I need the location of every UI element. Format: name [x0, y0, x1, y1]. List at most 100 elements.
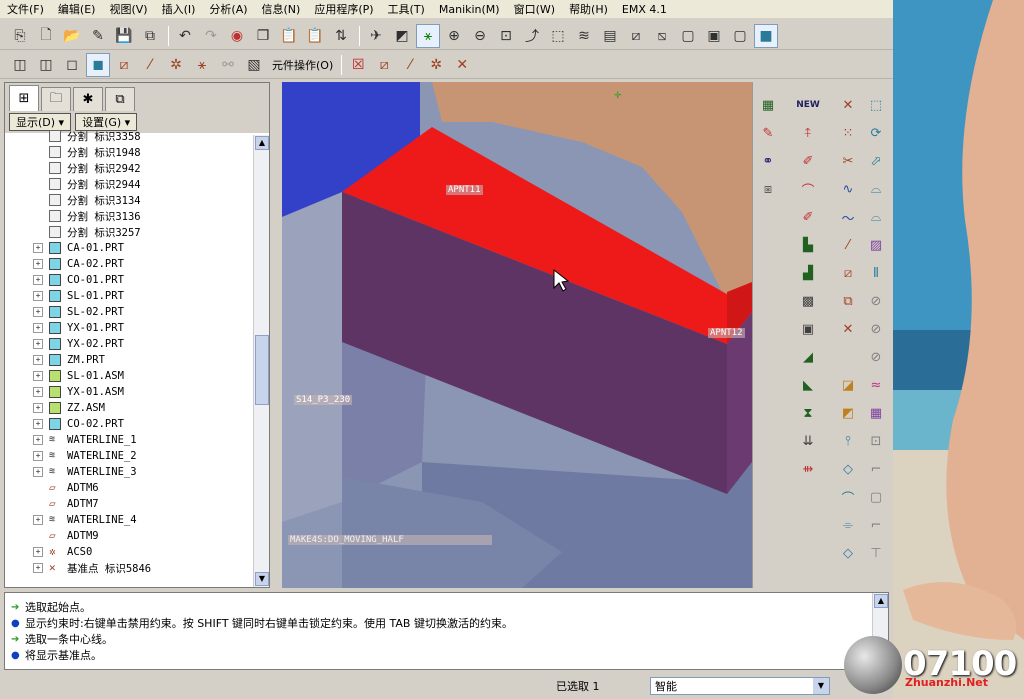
expand-toggle-icon[interactable]: +: [33, 563, 43, 573]
menu-info[interactable]: 信息(N): [255, 1, 308, 17]
expand-toggle-icon[interactable]: +: [33, 387, 43, 397]
tab-favorites[interactable]: ✱: [73, 87, 103, 111]
repaint-icon[interactable]: ◩: [390, 24, 414, 48]
round-tool-icon[interactable]: ⌒: [797, 178, 819, 200]
menu-help[interactable]: 帮助(H): [562, 1, 615, 17]
menu-insert[interactable]: 插入(I): [155, 1, 203, 17]
expand-toggle-icon[interactable]: +: [33, 451, 43, 461]
box-nohidden-icon[interactable]: ◻: [60, 53, 84, 77]
spline-tool-icon[interactable]: 〜: [837, 206, 859, 228]
projection-tool-icon[interactable]: ⊡: [865, 430, 887, 452]
datum-label-moving-half[interactable]: MAKE4S:DO_MOVING_HALF: [288, 535, 492, 545]
chevron-down-icon[interactable]: ▼: [813, 678, 829, 694]
open-folder-icon[interactable]: 📂: [60, 24, 84, 48]
csys-create-icon[interactable]: ✕: [837, 318, 859, 340]
select-working-dir-icon[interactable]: ⎘: [8, 24, 32, 48]
tree-item[interactable]: 分割 标识1948: [5, 144, 253, 160]
form-tool-icon[interactable]: ⊤: [865, 542, 887, 564]
sweep-surface-icon[interactable]: ⬀: [865, 150, 887, 172]
flatten-tool-icon[interactable]: ◇: [837, 458, 859, 480]
bend-tool-icon[interactable]: ⌯: [837, 514, 859, 536]
scroll-down-arrow-icon[interactable]: ▼: [255, 572, 269, 586]
extrude-tool-icon[interactable]: ▙: [797, 234, 819, 256]
tab-folder-browser[interactable]: 🗀: [41, 87, 71, 111]
zoom-in-icon[interactable]: ⊕: [442, 24, 466, 48]
paste-icon[interactable]: 📋: [277, 24, 301, 48]
menu-manikin[interactable]: Manikin(M): [432, 3, 507, 16]
boundary-surface-icon[interactable]: ⌓: [865, 206, 887, 228]
datum-point-label-apnt12[interactable]: APNT12: [708, 328, 745, 338]
coordinate-system-display-icon[interactable]: ⚹: [190, 53, 214, 77]
axis-create-icon[interactable]: ⁄: [837, 234, 859, 256]
paste-special-icon[interactable]: 📋: [303, 24, 327, 48]
blend-tool-icon[interactable]: ◣: [797, 374, 819, 396]
menu-edit[interactable]: 编辑(E): [51, 1, 103, 17]
merge-tool-icon[interactable]: ⊘: [865, 290, 887, 312]
tree-item[interactable]: ▱ ADTM9: [5, 528, 253, 544]
expand-toggle-icon[interactable]: +: [33, 435, 43, 445]
unbend-tool-icon[interactable]: ⌐: [865, 514, 887, 536]
grid-tool-icon[interactable]: ▦: [865, 402, 887, 424]
tree-item[interactable]: + ≋ WATERLINE_1: [5, 432, 253, 448]
menu-emx[interactable]: EMX 4.1: [615, 3, 674, 16]
datum-label-s14[interactable]: S14_P3_230: [294, 395, 353, 405]
redo-icon[interactable]: ↷: [199, 24, 223, 48]
copy-icon[interactable]: ❐: [251, 24, 275, 48]
datum-planes-toggle-icon[interactable]: ⧄: [624, 24, 648, 48]
zoom-out-icon[interactable]: ⊖: [468, 24, 492, 48]
tree-item[interactable]: + SL-02.PRT: [5, 304, 253, 320]
surface-tool-icon[interactable]: ⬚: [865, 94, 887, 116]
graphics-viewport[interactable]: ✛ APNT11 APNT12 S14_P3_230 MAKE4S:DO_MOV…: [282, 82, 752, 588]
orient-icon[interactable]: ✈: [364, 24, 388, 48]
csys-tool-icon[interactable]: ✕: [450, 53, 474, 77]
warp-tool-icon[interactable]: ⫯: [837, 430, 859, 452]
box-hidden-icon[interactable]: ◫: [34, 53, 58, 77]
undo-icon[interactable]: ↶: [173, 24, 197, 48]
menu-file[interactable]: 文件(F): [0, 1, 51, 17]
tree-item[interactable]: + ≋ WATERLINE_3: [5, 464, 253, 480]
tree-item[interactable]: + ✕ 基准点 标识5846: [5, 560, 253, 576]
spring-back-icon[interactable]: ⌒: [837, 486, 859, 508]
helical-sweep-icon[interactable]: ⧗: [797, 402, 819, 424]
sketch-tool-icon[interactable]: ▦: [757, 94, 779, 116]
tree-item[interactable]: 分割 标识3257: [5, 224, 253, 240]
expand-toggle-icon[interactable]: +: [33, 291, 43, 301]
plane-tool-icon[interactable]: ⧄: [372, 53, 396, 77]
expand-toggle-icon[interactable]: +: [33, 307, 43, 317]
trim-tool-icon[interactable]: ✂: [837, 150, 859, 172]
tab-model-tree[interactable]: ⊞: [9, 85, 39, 111]
analysis-tool-icon[interactable]: ◪: [837, 374, 859, 396]
expand-toggle-icon[interactable]: +: [33, 403, 43, 413]
blend-surface-icon[interactable]: ⌓: [865, 178, 887, 200]
tree-item[interactable]: 分割 标识2942: [5, 160, 253, 176]
tree-item[interactable]: + SL-01.ASM: [5, 368, 253, 384]
selection-filter-select[interactable]: 智能 ▼: [650, 677, 830, 695]
datum-axis-display-icon[interactable]: ⁄: [138, 53, 162, 77]
expand-toggle-icon[interactable]: +: [33, 515, 43, 525]
menu-analysis[interactable]: 分析(A): [202, 1, 254, 17]
shell-tool-icon[interactable]: ▩: [797, 290, 819, 312]
graph-tool-icon[interactable]: ≈: [865, 374, 887, 396]
tree-item[interactable]: + ZM.PRT: [5, 352, 253, 368]
tree-item[interactable]: + ✲ ACS0: [5, 544, 253, 560]
component-operations-label[interactable]: 元件操作(O): [268, 57, 337, 73]
rib-tool-icon[interactable]: ▣: [797, 318, 819, 340]
sheet-tool-icon[interactable]: ▢: [865, 486, 887, 508]
reorient-icon[interactable]: ⤴: [520, 24, 544, 48]
point-array-icon[interactable]: ⁙: [837, 122, 859, 144]
saved-views-icon[interactable]: ⬚: [546, 24, 570, 48]
expand-toggle-icon[interactable]: +: [33, 275, 43, 285]
sweep-tool-icon[interactable]: ◢: [797, 346, 819, 368]
menu-applications[interactable]: 应用程序(P): [307, 1, 380, 17]
close-window-icon[interactable]: ☒: [346, 53, 370, 77]
group-tool-icon[interactable]: ⧆: [757, 178, 779, 200]
refit-icon[interactable]: ⊡: [494, 24, 518, 48]
scroll-up-arrow-icon[interactable]: ▲: [255, 136, 269, 150]
draft-tool-icon[interactable]: ✐: [797, 150, 819, 172]
tree-item[interactable]: ▱ ADTM7: [5, 496, 253, 512]
expand-toggle-icon[interactable]: +: [33, 547, 43, 557]
wireframe-icon[interactable]: ▢: [676, 24, 700, 48]
tree-item[interactable]: 分割 标识3358: [5, 128, 253, 144]
tree-item[interactable]: + ZZ.ASM: [5, 400, 253, 416]
fill-surface-icon[interactable]: ◩: [837, 402, 859, 424]
